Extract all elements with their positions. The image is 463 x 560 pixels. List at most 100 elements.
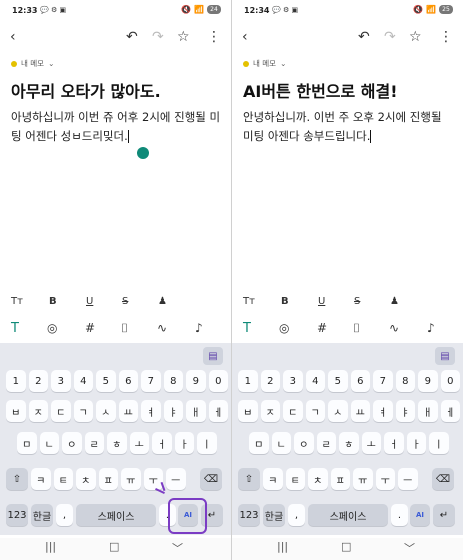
key-2[interactable]: 2 — [28, 370, 48, 392]
backspace-key[interactable]: ⌫ — [432, 468, 454, 490]
text-color-icon[interactable]: ♟ — [390, 296, 399, 307]
key-9[interactable]: 9 — [418, 370, 438, 392]
key-0[interactable]: 0 — [208, 370, 228, 392]
key-ㅂ[interactable]: ㅂ — [6, 400, 26, 422]
key-ㅡ[interactable]: ㅡ — [398, 468, 418, 490]
undo-icon[interactable]: ↶ — [126, 29, 138, 45]
more-icon[interactable]: ⋮ — [439, 29, 453, 45]
note-title[interactable]: AI버튼 한번으로 해결! — [243, 78, 398, 102]
key-ㄷ[interactable]: ㄷ — [283, 400, 303, 422]
back-nav-icon[interactable]: ﹀ — [172, 540, 183, 556]
key-4[interactable]: 4 — [305, 370, 325, 392]
key-ㅅ[interactable]: ㅅ — [96, 400, 116, 422]
key-ㅋ[interactable]: ㅋ — [263, 468, 283, 490]
key-6[interactable]: 6 — [350, 370, 370, 392]
key-3[interactable]: 3 — [283, 370, 303, 392]
mic-icon[interactable]: ♪ — [195, 321, 203, 335]
recent-apps-icon[interactable]: ||| — [277, 540, 288, 553]
key-5[interactable]: 5 — [328, 370, 348, 392]
key-ㅛ[interactable]: ㅛ — [118, 400, 138, 422]
key-ㅗ[interactable]: ㅗ — [129, 432, 149, 454]
numbers-key[interactable]: 123 — [6, 504, 28, 526]
key-ㅌ[interactable]: ㅌ — [53, 468, 73, 490]
key-7[interactable]: 7 — [141, 370, 161, 392]
key-ㅇ[interactable]: ㅇ — [62, 432, 82, 454]
strike-icon[interactable]: S — [122, 296, 128, 307]
undo-icon[interactable]: ↶ — [358, 29, 370, 45]
note-body[interactable]: 아녕하십니까 이번 쥬 어후 2시에 진행될 미팅 어젠다 성ㅂ드리밎더. — [11, 108, 223, 146]
key-ㄹ[interactable]: ㄹ — [84, 432, 104, 454]
key-ㅡ[interactable]: ㅡ — [166, 468, 186, 490]
redo-icon[interactable]: ↷ — [384, 29, 396, 45]
key-ㅜ[interactable]: ㅜ — [375, 468, 395, 490]
hash-icon[interactable]: # — [85, 321, 95, 335]
text-size-icon[interactable]: Tт — [11, 296, 23, 307]
key-1[interactable]: 1 — [238, 370, 258, 392]
key-ㅁ[interactable]: ㅁ — [249, 432, 269, 454]
more-icon[interactable]: ⋮ — [207, 29, 221, 45]
key-ㄴ[interactable]: ㄴ — [271, 432, 291, 454]
key-ㅑ[interactable]: ㅑ — [395, 400, 415, 422]
key-0[interactable]: 0 — [440, 370, 460, 392]
period-key[interactable]: . — [391, 504, 408, 526]
key-ㅕ[interactable]: ㅕ — [373, 400, 393, 422]
key-4[interactable]: 4 — [73, 370, 93, 392]
camera-icon[interactable]: ⌷ — [353, 321, 360, 336]
recent-apps-icon[interactable]: ||| — [45, 540, 56, 553]
key-ㅅ[interactable]: ㅅ — [328, 400, 348, 422]
key-ㄱ[interactable]: ㄱ — [305, 400, 325, 422]
home-icon[interactable]: □ — [109, 540, 119, 553]
back-nav-icon[interactable]: ﹀ — [404, 540, 415, 556]
key-ㅍ[interactable]: ㅍ — [98, 468, 118, 490]
mic-icon[interactable]: ♪ — [427, 321, 435, 335]
key-ㄴ[interactable]: ㄴ — [39, 432, 59, 454]
home-icon[interactable]: □ — [341, 540, 351, 553]
clipboard-icon[interactable]: ▤ — [435, 347, 455, 365]
key-9[interactable]: 9 — [186, 370, 206, 392]
key-ㅈ[interactable]: ㅈ — [28, 400, 48, 422]
key-ㅐ[interactable]: ㅐ — [418, 400, 438, 422]
text-size-icon[interactable]: Tт — [243, 296, 255, 307]
key-ㄹ[interactable]: ㄹ — [316, 432, 336, 454]
text-mode-icon[interactable]: T — [11, 321, 19, 336]
language-key[interactable]: 한글 — [31, 504, 53, 526]
key-ㅊ[interactable]: ㅊ — [308, 468, 328, 490]
space-key[interactable]: 스페이스 — [308, 504, 388, 526]
back-icon[interactable]: ‹ — [10, 29, 16, 45]
cursor-handle[interactable] — [137, 147, 149, 159]
comma-key[interactable]: , — [56, 504, 73, 526]
key-ㅊ[interactable]: ㅊ — [76, 468, 96, 490]
check-icon[interactable]: ◎ — [279, 321, 289, 335]
key-ㅛ[interactable]: ㅛ — [350, 400, 370, 422]
key-ㅜ[interactable]: ㅜ — [143, 468, 163, 490]
note-title[interactable]: 아무리 오타가 많아도. — [11, 78, 161, 102]
key-ㅠ[interactable]: ㅠ — [121, 468, 141, 490]
key-ㅓ[interactable]: ㅓ — [384, 432, 404, 454]
shift-key[interactable]: ⇧ — [6, 468, 28, 490]
numbers-key[interactable]: 123 — [238, 504, 260, 526]
key-ㅏ[interactable]: ㅏ — [406, 432, 426, 454]
key-ㅁ[interactable]: ㅁ — [17, 432, 37, 454]
star-icon[interactable]: ☆ — [409, 29, 422, 45]
category-selector[interactable]: 내 메모 ⌄ — [11, 58, 54, 69]
key-6[interactable]: 6 — [118, 370, 138, 392]
underline-icon[interactable]: U — [318, 296, 325, 307]
key-ㅈ[interactable]: ㅈ — [260, 400, 280, 422]
clipboard-icon[interactable]: ▤ — [203, 347, 223, 365]
hash-icon[interactable]: # — [317, 321, 327, 335]
key-ㅔ[interactable]: ㅔ — [208, 400, 228, 422]
key-ㅗ[interactable]: ㅗ — [361, 432, 381, 454]
back-icon[interactable]: ‹ — [242, 29, 248, 45]
key-ㅣ[interactable]: ㅣ — [429, 432, 449, 454]
key-ㅍ[interactable]: ㅍ — [330, 468, 350, 490]
key-ㄱ[interactable]: ㄱ — [73, 400, 93, 422]
ai-button[interactable]: AI — [410, 504, 430, 526]
draw-icon[interactable]: ∿ — [157, 321, 167, 335]
space-key[interactable]: 스페이스 — [76, 504, 156, 526]
camera-icon[interactable]: ⌷ — [121, 321, 128, 336]
key-ㅋ[interactable]: ㅋ — [31, 468, 51, 490]
key-5[interactable]: 5 — [96, 370, 116, 392]
backspace-key[interactable]: ⌫ — [200, 468, 222, 490]
underline-icon[interactable]: U — [86, 296, 93, 307]
text-color-icon[interactable]: ♟ — [158, 296, 167, 307]
